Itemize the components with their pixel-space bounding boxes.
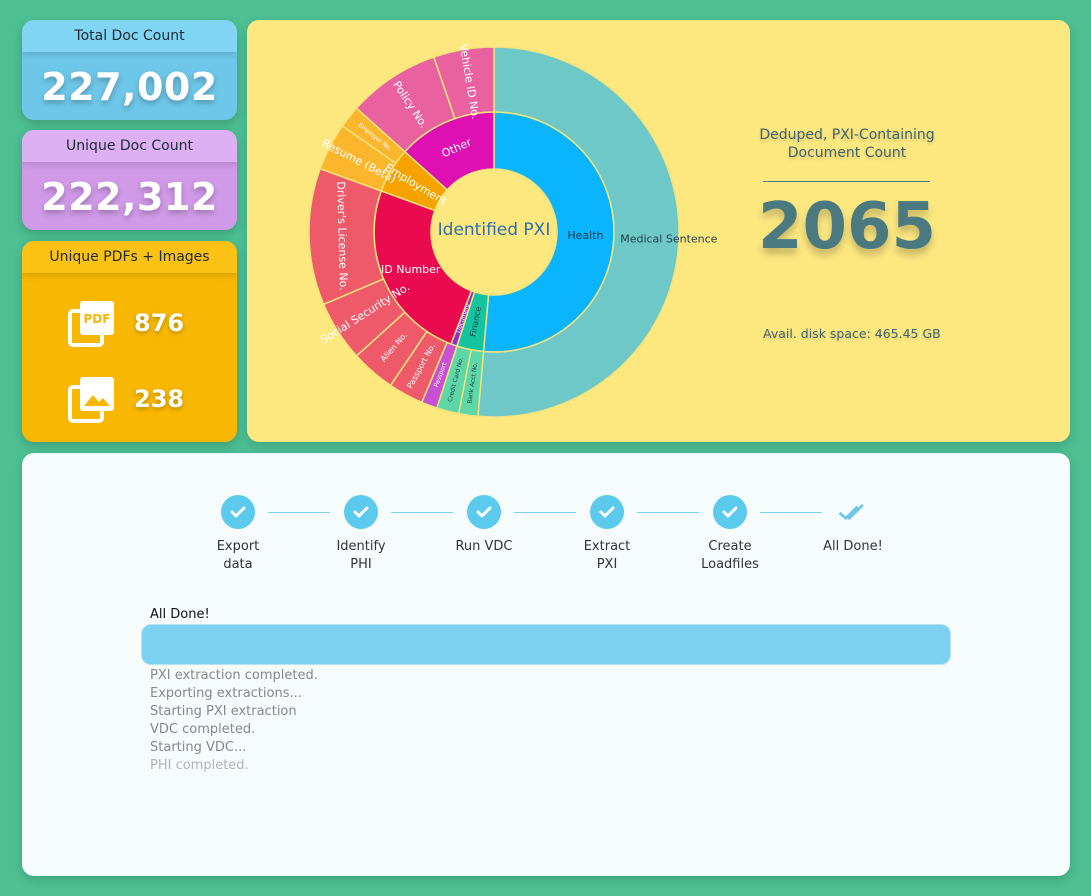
log-line: VDC completed. <box>150 722 256 737</box>
log-line: PXI extraction completed. <box>150 668 318 683</box>
progress-step-label: Export data <box>216 539 260 572</box>
image-row: 238 <box>68 375 184 423</box>
check-circle-icon <box>344 495 378 529</box>
double-check-icon <box>836 495 870 529</box>
check-circle-icon <box>221 495 255 529</box>
unique-doc-count-label: Unique Doc Count <box>22 130 237 162</box>
sunburst-label-inner-health: Health <box>567 229 603 242</box>
progress-step-label: Identify PHI <box>336 539 386 572</box>
log-line: Starting VDC... <box>150 740 247 755</box>
pdf-row: PDF 876 <box>68 299 184 347</box>
disk-space: Avail. disk space: 465.45 GB <box>763 326 941 341</box>
unique-files-card: Unique PDFs + Images PDF 876 238 <box>22 241 237 442</box>
log-line: Starting PXI extraction <box>150 704 297 719</box>
pdf-count: 876 <box>134 309 185 337</box>
sunburst-label-inner-id-number: ID Number <box>381 263 441 276</box>
sunburst-label-outer-medical-sentence: Medical Sentence <box>620 233 717 246</box>
progress-bar-fill <box>141 624 951 665</box>
pdf-icon: PDF <box>68 301 114 347</box>
summary-title: Deduped, PXI-Containing Document Count <box>759 127 935 161</box>
check-circle-icon <box>467 495 501 529</box>
unique-doc-count-value: 222,312 <box>41 175 218 219</box>
progress-panel: Export data Identify PHI Run VDC Extract PXI Cr… <box>22 453 1070 876</box>
check-circle-icon <box>713 495 747 529</box>
unique-doc-count-card: Unique Doc Count 222,312 <box>22 130 237 230</box>
progress-step-label: Run VDC <box>455 539 513 554</box>
total-doc-count-label: Total Doc Count <box>22 20 237 52</box>
summary-count: 2065 <box>757 190 937 264</box>
progress-step-4: Extract PXI <box>557 495 657 574</box>
pdf-icon-text: PDF <box>84 312 111 326</box>
progress-step-6: All Done! <box>803 495 903 556</box>
progress-step-1: Export data <box>188 495 288 574</box>
progress-status: All Done! <box>150 607 210 622</box>
pxi-sunburst-chart: Health Medical SentenceFinanceBank Acct N… <box>308 43 718 418</box>
progress-bar <box>141 624 951 665</box>
image-count: 238 <box>134 385 185 413</box>
total-doc-count-value: 227,002 <box>41 65 218 109</box>
progress-log: PXI extraction completed. Exporting extra… <box>150 667 318 775</box>
summary-divider <box>763 181 930 182</box>
check-circle-icon <box>590 495 624 529</box>
progress-step-2: Identify PHI <box>311 495 411 574</box>
log-line: PHI completed. <box>150 758 249 773</box>
progress-step-5: Create Loadfiles <box>680 495 780 574</box>
image-icon <box>68 377 114 423</box>
log-line: Exporting extractions... <box>150 686 302 701</box>
pxi-chart-panel: Health Medical Sentence Finance Bank Acct N… <box>247 20 1070 442</box>
progress-step-label: Extract PXI <box>583 539 631 572</box>
progress-step-label: Create Loadfiles <box>701 539 759 572</box>
total-doc-count-card: Total Doc Count 227,002 <box>22 20 237 120</box>
progress-step-3: Run VDC <box>434 495 534 556</box>
progress-step-label: All Done! <box>823 539 883 554</box>
chart-center-label: Identified PXI <box>438 220 551 240</box>
unique-files-label: Unique PDFs + Images <box>22 241 237 273</box>
